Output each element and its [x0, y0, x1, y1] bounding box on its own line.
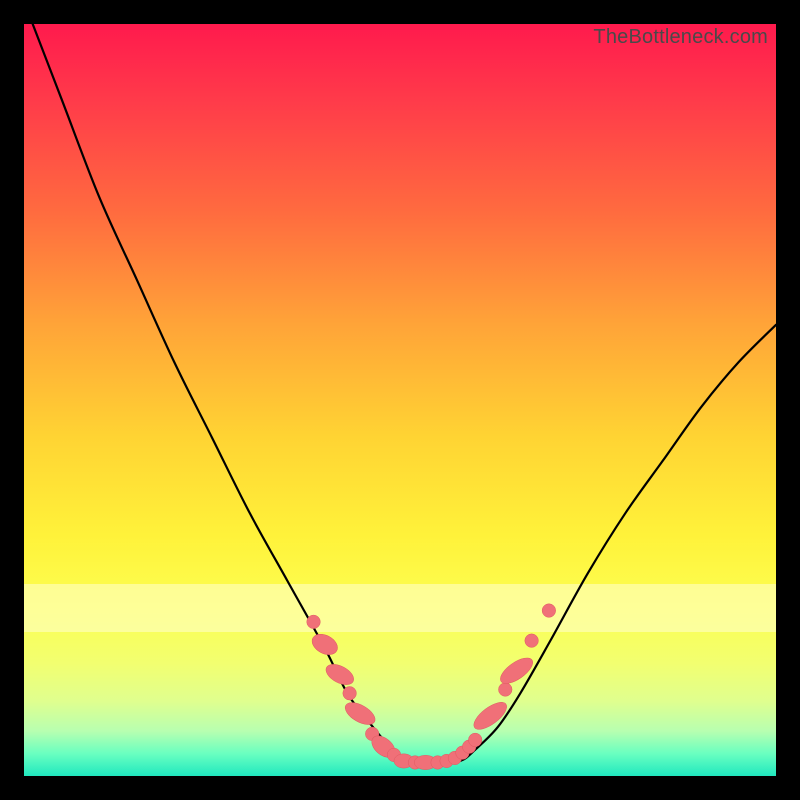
chart-gradient-background [24, 24, 776, 776]
watermark-text: TheBottleneck.com [593, 26, 768, 49]
chart-frame: TheBottleneck.com [24, 24, 776, 776]
